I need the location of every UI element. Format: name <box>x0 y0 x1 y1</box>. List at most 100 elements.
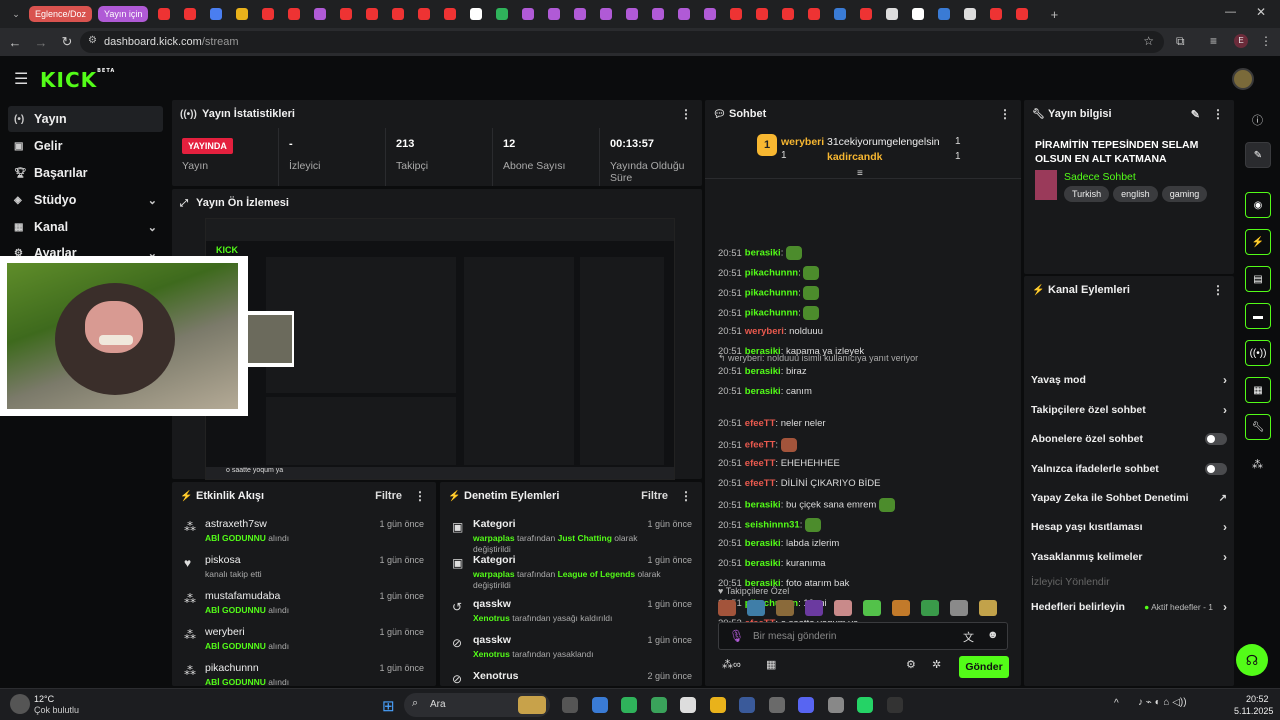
channel-action-row[interactable]: Abonelere özel sohbet <box>1031 428 1227 450</box>
chat-message[interactable]: 20:51 efeeTT: DİLİNİ ÇIKARIYO BİDE <box>718 478 1018 489</box>
browser-tab[interactable] <box>983 0 1009 28</box>
mic-icon[interactable]: 🎙︎ <box>729 629 744 643</box>
obs-icon[interactable] <box>827 697 844 713</box>
more-options-icon[interactable]: ⋮ <box>1212 283 1224 297</box>
activity-row[interactable]: ♥ piskosa kanalı takip etti 1 gün önce <box>172 552 434 586</box>
weather-icon[interactable] <box>10 694 30 714</box>
whatsapp-icon[interactable] <box>857 697 873 713</box>
edit-icon[interactable]: ✎ <box>1191 108 1200 121</box>
moderation-row[interactable]: ▣ Kategori warpaplas tarafından League of … <box>440 552 702 592</box>
close-window-icon[interactable]: ✕ <box>1256 5 1266 19</box>
chat-username[interactable]: berasiki <box>745 500 781 511</box>
browser-tab[interactable] <box>229 0 255 28</box>
more-options-icon[interactable]: ⋮ <box>680 489 692 503</box>
chat-message[interactable]: 20:51 weryberi: nolduuu <box>718 326 1018 337</box>
activity-user[interactable]: mustafamudaba <box>205 590 280 602</box>
browser-tab[interactable] <box>489 0 515 28</box>
browser-tab[interactable] <box>359 0 385 28</box>
chat-username[interactable]: efeeTT <box>745 440 776 451</box>
filter-button[interactable]: Filtre <box>375 490 402 502</box>
browser-tab[interactable] <box>827 0 853 28</box>
channel-action-row[interactable]: Yalnızca ifadelerle sohbet <box>1031 458 1227 480</box>
url-field[interactable]: ⚙ dashboard.kick.com/stream ☆ <box>80 31 1164 53</box>
file-explorer-icon[interactable] <box>709 697 726 713</box>
support-headset-button[interactable]: ☊ <box>1236 644 1268 676</box>
store-icon[interactable]: ▦ <box>766 658 776 671</box>
chat-username[interactable]: pikachunnn <box>745 268 798 279</box>
browser-tab[interactable] <box>281 0 307 28</box>
rail-broadcast-button[interactable]: ((•)) <box>1245 340 1271 366</box>
emote-icon[interactable] <box>718 600 736 616</box>
rail-camera-button[interactable]: ◉ <box>1245 192 1271 218</box>
activity-user[interactable]: astraxeth7sw <box>205 518 267 530</box>
chat-username[interactable]: berasiki <box>745 248 781 259</box>
spotify-icon[interactable] <box>650 697 667 713</box>
emote-icon[interactable] <box>950 600 968 616</box>
sidebar-item-basarilar[interactable]: 🏆︎ Başarılar <box>8 160 163 186</box>
task-view-icon[interactable] <box>562 697 578 713</box>
more-options-icon[interactable]: ⋮ <box>414 489 426 503</box>
browser-tab[interactable] <box>957 0 983 28</box>
activity-row[interactable]: ⁂ weryberi ABİ GODUNNU alındı 1 gün önce <box>172 624 434 658</box>
activity-row[interactable]: ⁂ pikachunnn ABİ GODUNNU alındı 1 gün önce <box>172 660 434 686</box>
leaderboard-second[interactable]: 31cekiyorumgelengelsin <box>827 136 940 148</box>
chat-message[interactable]: 20:51 efeeTT: EHEHEHHEE <box>718 458 1018 469</box>
chat-username[interactable]: pikachunnn <box>745 308 798 319</box>
rail-wrench-button[interactable]: 🔧︎ <box>1245 414 1271 440</box>
chat-username[interactable]: berasiki <box>745 558 781 569</box>
site-info-icon[interactable]: ⚙ <box>88 35 97 46</box>
emote-icon[interactable] <box>776 600 794 616</box>
activity-row[interactable]: ⁂ mustafamudaba ABİ GODUNNU alındı 1 gün ön… <box>172 588 434 622</box>
sidebar-item-gelir[interactable]: ▣ Gelir <box>8 133 163 159</box>
tab-group-1[interactable]: Eglence/Doz <box>29 6 93 22</box>
chat-username[interactable]: efeeTT <box>745 478 776 489</box>
chat-message[interactable]: 20:51 seishinnn31: <box>718 518 1018 532</box>
terminal-icon[interactable] <box>886 697 903 713</box>
toggle-switch[interactable] <box>1205 463 1227 475</box>
filter-button[interactable]: Filtre <box>641 490 668 502</box>
chat-username[interactable]: berasiki <box>745 366 781 377</box>
back-icon[interactable]: ← <box>2 35 28 50</box>
taskbar-search[interactable]: ⌕ Ara <box>404 693 550 717</box>
browser-tab[interactable] <box>905 0 931 28</box>
browser-tab[interactable] <box>333 0 359 28</box>
media-icon[interactable]: ≡ <box>1210 34 1217 48</box>
channel-action-row[interactable]: Yavaş mod › <box>1031 369 1227 391</box>
browser-tab[interactable] <box>775 0 801 28</box>
chat-username[interactable]: pikachunnn <box>745 288 798 299</box>
user-avatar[interactable] <box>1232 68 1254 90</box>
tray-chevron-icon[interactable]: ^ <box>1114 698 1119 709</box>
sidebar-item-yayin[interactable]: (•) Yayın <box>8 106 163 132</box>
browser-menu-icon[interactable]: ⋮ <box>1260 34 1272 48</box>
send-button[interactable]: Gönder <box>959 656 1009 678</box>
browser-tab[interactable] <box>671 0 697 28</box>
profile-icon[interactable]: E <box>1234 34 1248 48</box>
bookmark-star-icon[interactable]: ☆ <box>1143 34 1154 48</box>
emoji-icon[interactable]: ☻ <box>987 629 999 641</box>
chat-username[interactable]: efeeTT <box>745 418 776 429</box>
toggle-switch[interactable] <box>1205 433 1227 445</box>
browser-tab[interactable] <box>463 0 489 28</box>
browser-tab[interactable] <box>437 0 463 28</box>
browser-tab[interactable] <box>255 0 281 28</box>
steam-icon[interactable] <box>739 697 755 713</box>
leaderboard-third[interactable]: kadircandk <box>827 151 882 163</box>
emote-icon[interactable] <box>747 600 765 616</box>
activity-user[interactable]: pikachunnn <box>205 662 259 674</box>
windows-start-icon[interactable]: ⊞ <box>382 697 395 715</box>
channel-action-row[interactable]: Hesap yaşı kısıtlaması › <box>1031 516 1227 538</box>
emote-icon[interactable] <box>921 600 939 616</box>
sidebar-item-studyo[interactable]: ◈ Stüdyo ⌄ <box>8 187 163 213</box>
channel-action-row[interactable]: Takipçilere özel sohbet › <box>1031 399 1227 421</box>
tag[interactable]: gaming <box>1161 186 1208 202</box>
tab-group-2[interactable]: Yayın için <box>98 6 149 22</box>
copilot-icon[interactable] <box>591 697 608 713</box>
moderation-row[interactable]: ⊘ qasskw Xenotrus tarafından yasaklandı 1 … <box>440 632 702 672</box>
info-icon[interactable]: ⓘ <box>1252 112 1263 128</box>
more-options-icon[interactable]: ⋮ <box>999 107 1011 121</box>
chat-message[interactable]: 20:51 berasiki: labda izlerim <box>718 538 1018 549</box>
browser-tab[interactable] <box>879 0 905 28</box>
infinity-icon[interactable]: ⁂∞ <box>722 658 741 671</box>
browser-tab[interactable] <box>567 0 593 28</box>
browser-tab[interactable] <box>931 0 957 28</box>
